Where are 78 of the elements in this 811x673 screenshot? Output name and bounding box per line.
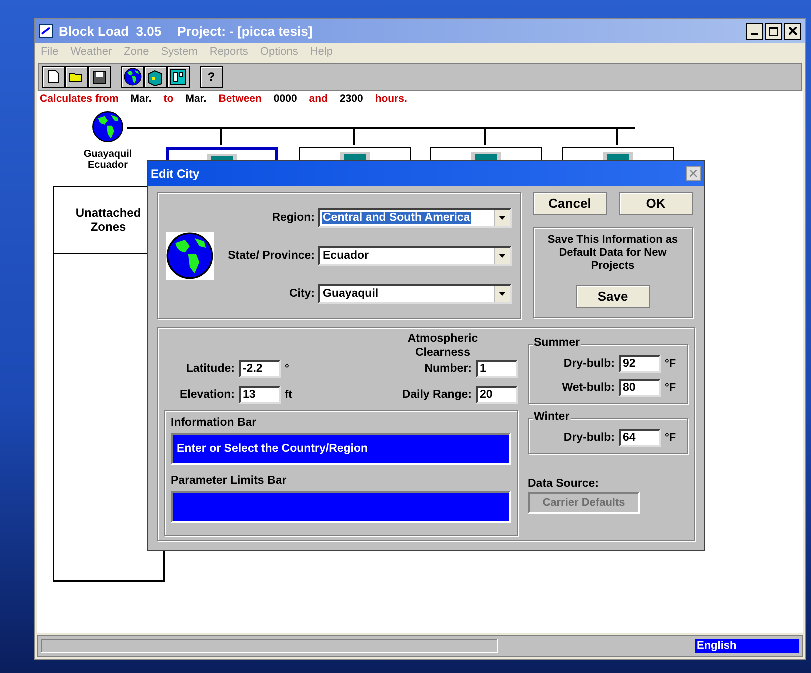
save-button[interactable]: Save	[576, 285, 650, 308]
input-field[interactable]: -2.2	[238, 360, 281, 378]
toolbar-button[interactable]	[121, 66, 144, 88]
globe-icon	[124, 68, 142, 86]
field-label: City:	[288, 288, 315, 300]
toolbar-button[interactable]	[167, 66, 190, 88]
input-field[interactable]: 92	[619, 355, 661, 373]
bar-title: Information Bar	[171, 417, 258, 429]
building-icon	[147, 68, 164, 86]
window-title: Block Load 3.05	[59, 24, 162, 38]
dropdown-value: Guayaquil	[322, 288, 380, 300]
data-source-label: Data Source:	[528, 478, 600, 490]
input-field[interactable]: 64	[619, 429, 661, 447]
calculation-info: Calculates from	[40, 93, 119, 105]
calculation-info: hours.	[375, 93, 408, 105]
information-bar: Enter or Select the Country/Region	[171, 433, 511, 465]
calculation-info: 0000	[274, 93, 298, 105]
group-title: Summer	[533, 337, 582, 349]
dialog-button[interactable]: OK	[619, 192, 693, 215]
section-heading: Atmospheric Clearness	[406, 332, 480, 360]
dropdown-arrow-icon	[499, 216, 506, 220]
calculation-info: Mar.	[186, 93, 207, 105]
unit-label: °F	[665, 358, 678, 370]
calculation-info: Mar.	[130, 93, 152, 105]
dialog-button[interactable]: Cancel	[533, 192, 607, 215]
maximize-icon	[769, 26, 778, 36]
project-name: Project: - [picca tesis]	[178, 24, 313, 38]
unattached-zones-label: Unattached Zones	[74, 206, 142, 234]
dialog-title: Edit City	[151, 166, 200, 180]
toolbar-button[interactable]	[42, 66, 65, 88]
input-field[interactable]: 1	[476, 360, 518, 378]
unit-label: °F	[665, 432, 678, 444]
unit-label: °	[284, 363, 290, 375]
folder-icon	[69, 71, 84, 83]
field-label: Daily Range:	[402, 389, 472, 401]
calculation-info: and	[309, 93, 328, 105]
close-button[interactable]	[784, 22, 801, 40]
floor-plan-icon	[170, 68, 187, 86]
toolbar-button[interactable]	[144, 66, 167, 88]
dropdown-field[interactable]: Guayaquil	[318, 284, 512, 304]
input-field[interactable]: 80	[619, 379, 661, 397]
field-label: State/ Province:	[228, 250, 315, 262]
maximize-button[interactable]	[765, 22, 782, 40]
field-label: Number:	[424, 363, 472, 375]
app-icon	[39, 24, 53, 38]
calculation-info: Between	[218, 93, 262, 105]
minimize-button[interactable]	[746, 22, 763, 40]
input-field[interactable]: 13	[238, 386, 281, 404]
input-field[interactable]: 20	[476, 386, 518, 404]
field-label: Region:	[271, 212, 315, 224]
group-title: Winter	[533, 411, 571, 423]
toolbar-button[interactable]	[88, 66, 111, 88]
field-label: Elevation:	[180, 389, 235, 401]
bar-title: Parameter Limits Bar	[171, 475, 288, 487]
dropdown-value: Ecuador	[322, 250, 370, 262]
dropdown-arrow-icon	[499, 254, 506, 258]
unit-label: ft	[284, 389, 294, 401]
new-file-icon	[48, 70, 60, 84]
language-indicator: English	[695, 639, 799, 653]
dropdown-field[interactable]: Central and South America	[318, 208, 512, 228]
field-label: Dry-bulb:	[564, 358, 615, 370]
save-note: Save This Information as Default Data for New Projects	[546, 234, 680, 273]
dropdown-arrow-icon	[499, 292, 506, 296]
globe-icon	[166, 232, 214, 280]
location-label: Guayaquil Ecuador	[84, 149, 132, 171]
calculation-info: 2300	[340, 93, 364, 105]
toolbar-button[interactable]: ?	[200, 66, 223, 88]
field-label: Latitude:	[186, 363, 235, 375]
calculation-info: to	[164, 93, 174, 105]
dropdown-field[interactable]: Ecuador	[318, 246, 512, 266]
dropdown-value: Central and South America	[322, 212, 472, 224]
close-icon	[788, 27, 796, 35]
field-label: Dry-bulb:	[564, 432, 615, 444]
toolbar-button[interactable]	[65, 66, 88, 88]
close-icon	[690, 170, 697, 177]
globe-icon	[92, 111, 124, 143]
unit-label: °F	[665, 382, 678, 394]
field-label: Wet-bulb:	[562, 382, 615, 394]
